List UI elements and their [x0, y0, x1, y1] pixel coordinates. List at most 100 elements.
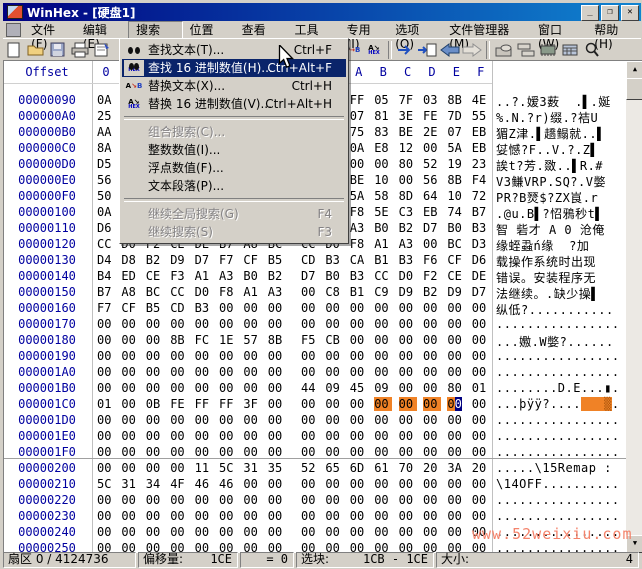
- hex-byte-cell[interactable]: BE: [399, 125, 417, 139]
- hex-byte-cell[interactable]: 00: [97, 429, 115, 443]
- hex-byte-cell[interactable]: 00: [399, 301, 417, 315]
- hex-byte-cell[interactable]: 5A: [350, 189, 368, 203]
- hex-byte-cell[interactable]: 00: [146, 413, 164, 427]
- hex-byte-cell[interactable]: 00: [399, 525, 417, 539]
- hex-byte-cell[interactable]: 55: [472, 109, 490, 123]
- hex-byte-cell[interactable]: 00: [195, 413, 213, 427]
- scroll-up-button[interactable]: ▲: [626, 61, 642, 79]
- hex-byte-cell[interactable]: 00: [121, 509, 139, 523]
- ansi-text-cell[interactable]: 载操作系统时出现: [496, 253, 596, 270]
- hex-byte-cell[interactable]: F6: [423, 253, 441, 267]
- hex-byte-cell[interactable]: 00: [219, 525, 237, 539]
- hex-byte-cell[interactable]: 00: [399, 477, 417, 491]
- hex-byte-cell[interactable]: 00: [447, 413, 465, 427]
- hex-byte-cell[interactable]: 00: [350, 493, 368, 507]
- menu-item[interactable]: A↘ HEX 替换 16 进制数值(V)... Ctrl+Alt+H: [122, 95, 346, 113]
- hex-byte-cell[interactable]: A1: [195, 269, 213, 283]
- hex-byte-cell[interactable]: 00: [219, 381, 237, 395]
- hex-byte-cell[interactable]: 00: [374, 525, 392, 539]
- hex-byte-cell[interactable]: 00: [170, 317, 188, 331]
- hex-byte-cell[interactable]: 00: [447, 477, 465, 491]
- hex-byte-cell[interactable]: 00: [325, 397, 343, 411]
- hex-byte-cell[interactable]: 00: [146, 381, 164, 395]
- hex-byte-cell[interactable]: B7: [472, 205, 490, 219]
- hex-byte-cell[interactable]: 11: [195, 461, 213, 475]
- hex-byte-cell[interactable]: 00: [146, 445, 164, 459]
- hex-byte-cell[interactable]: B1: [374, 253, 392, 267]
- hex-byte-cell[interactable]: 23: [472, 157, 490, 171]
- hex-byte-cell[interactable]: 5E: [374, 205, 392, 219]
- hex-byte-cell[interactable]: 07: [350, 109, 368, 123]
- hex-byte-cell[interactable]: 00: [97, 525, 115, 539]
- hex-byte-cell[interactable]: 20: [472, 461, 490, 475]
- hex-byte-cell[interactable]: FC: [195, 333, 213, 347]
- ansi-text-cell[interactable]: 错误。安装程序无: [496, 269, 596, 286]
- hex-byte-cell[interactable]: 00: [146, 429, 164, 443]
- hex-byte-cell[interactable]: 00: [301, 509, 319, 523]
- hex-byte-cell[interactable]: 00: [268, 525, 286, 539]
- replace-hex-icon[interactable]: A↘ HEX: [364, 41, 384, 59]
- hex-byte-cell[interactable]: 00: [399, 173, 417, 187]
- hex-byte-cell[interactable]: A8: [121, 285, 139, 299]
- hex-byte-cell[interactable]: 00: [97, 493, 115, 507]
- hex-byte-cell[interactable]: C9: [374, 285, 392, 299]
- hex-byte-cell[interactable]: 45: [350, 381, 368, 395]
- hex-byte-cell[interactable]: 00: [374, 445, 392, 459]
- hex-byte-cell[interactable]: 00: [447, 317, 465, 331]
- ansi-text-cell[interactable]: ................: [496, 413, 620, 427]
- menubar-item-10[interactable]: 帮助(H): [587, 22, 641, 51]
- hex-byte-cell[interactable]: FF: [350, 93, 368, 107]
- hex-byte-cell[interactable]: 00: [170, 349, 188, 363]
- back-button[interactable]: [440, 41, 460, 59]
- search-icon[interactable]: [582, 41, 602, 59]
- hex-byte-cell[interactable]: 00: [325, 477, 343, 491]
- hex-byte-cell[interactable]: CC: [97, 237, 115, 251]
- hex-byte-cell[interactable]: 75: [350, 125, 368, 139]
- status-block-panel[interactable]: 选块: 1CB - 1CE: [296, 552, 434, 568]
- hex-byte-cell[interactable]: 03: [423, 93, 441, 107]
- hex-byte-cell[interactable]: 0B: [146, 397, 164, 411]
- hex-byte-cell[interactable]: 00: [350, 525, 368, 539]
- hex-byte-cell[interactable]: 09: [374, 381, 392, 395]
- hex-byte-cell[interactable]: 00: [399, 445, 417, 459]
- hex-byte-cell[interactable]: 00: [423, 525, 441, 539]
- hex-byte-cell[interactable]: 57: [243, 333, 261, 347]
- hex-byte-cell[interactable]: D5: [97, 157, 115, 171]
- hex-byte-cell[interactable]: 00: [268, 397, 286, 411]
- menubar-item-6[interactable]: 专用(I): [340, 22, 389, 51]
- hex-byte-cell[interactable]: 00: [146, 493, 164, 507]
- hex-byte-cell[interactable]: EB: [423, 205, 441, 219]
- hex-byte-cell[interactable]: 00: [374, 157, 392, 171]
- hex-byte-cell[interactable]: CD: [170, 301, 188, 315]
- hex-byte-cell[interactable]: B5: [268, 253, 286, 267]
- menubar-item-9[interactable]: 窗口(W): [531, 22, 587, 51]
- hex-byte-cell[interactable]: 00: [195, 493, 213, 507]
- hex-byte-cell[interactable]: 00: [243, 413, 261, 427]
- hex-byte-cell[interactable]: 00: [325, 413, 343, 427]
- close-button[interactable]: ✕: [621, 5, 639, 21]
- hex-byte-cell[interactable]: B0: [447, 221, 465, 235]
- hex-byte-cell[interactable]: 00: [472, 493, 490, 507]
- hex-byte-cell[interactable]: 00: [268, 365, 286, 379]
- hex-byte-cell[interactable]: D8: [121, 253, 139, 267]
- status-sector-panel[interactable]: 扇区 0 / 4124736: [3, 552, 136, 568]
- hex-byte-cell[interactable]: 70: [399, 461, 417, 475]
- hex-byte-cell[interactable]: D6: [472, 253, 490, 267]
- hex-byte-cell[interactable]: B2: [268, 269, 286, 283]
- hex-byte-cell[interactable]: 00: [350, 413, 368, 427]
- hex-byte-cell[interactable]: D6: [97, 221, 115, 235]
- hex-byte-cell[interactable]: 00: [350, 477, 368, 491]
- hex-byte-cell[interactable]: 00: [423, 413, 441, 427]
- hex-byte-cell[interactable]: 00: [472, 317, 490, 331]
- hex-byte-cell[interactable]: 00: [447, 333, 465, 347]
- hex-byte-cell[interactable]: 46: [195, 477, 213, 491]
- ansi-text-cell[interactable]: ..?.嫒3薮 .▌.娫: [496, 93, 611, 110]
- hex-byte-cell[interactable]: 00: [268, 477, 286, 491]
- hex-byte-cell[interactable]: 00: [423, 381, 441, 395]
- hex-byte-cell[interactable]: 00: [268, 413, 286, 427]
- hex-byte-cell[interactable]: 00: [325, 365, 343, 379]
- menubar-item-4[interactable]: 查看(V): [235, 22, 288, 51]
- hex-byte-cell[interactable]: 00: [146, 461, 164, 475]
- hex-byte-cell[interactable]: CD: [301, 253, 319, 267]
- menu-item[interactable]: 查找文本(T)... Ctrl+F: [122, 41, 346, 59]
